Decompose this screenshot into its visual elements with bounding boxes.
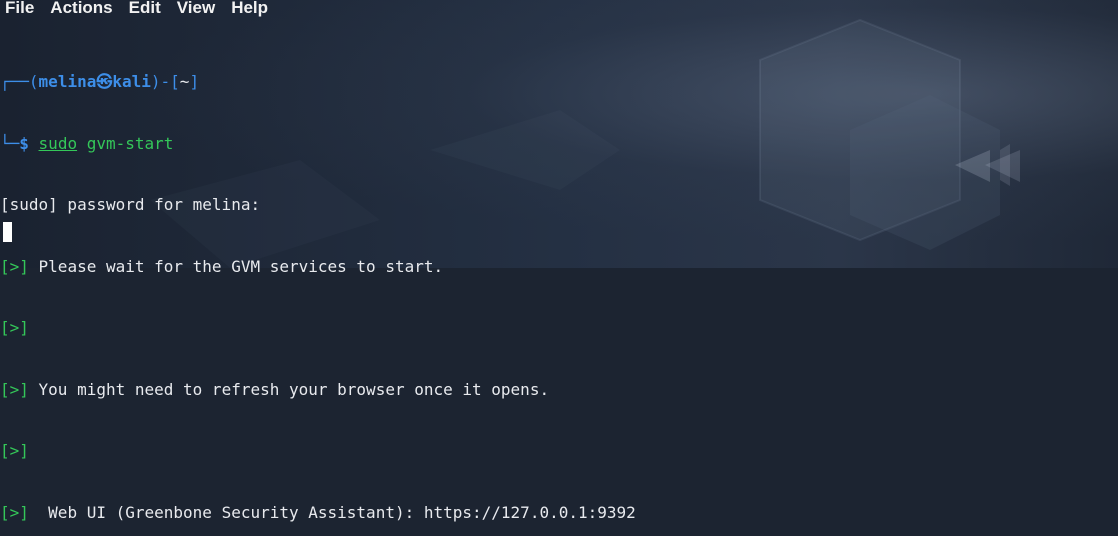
output-line: [>] You might need to refresh your brows… [0, 380, 1110, 401]
menu-help[interactable]: Help [223, 0, 276, 16]
prompt-dollar: $ [19, 133, 29, 153]
output-marker: [>] [0, 318, 29, 337]
kali-at-icon: ㉿ [96, 72, 113, 91]
output-marker: [>] [0, 256, 29, 276]
output-marker: [>] [0, 379, 29, 399]
prompt-line-2: └─ $ sudo gvm-start [0, 134, 1110, 155]
output-text: [sudo] password for melina: [0, 195, 261, 214]
prompt-line-1: ┌──(melina ㉿ kali)-[~] [0, 72, 1110, 93]
output-line: [>] Please wait for the GVM services to … [0, 257, 1110, 278]
output-line: [sudo] password for melina: [0, 195, 1110, 216]
prompt-close-dir-open: )-[ [150, 72, 180, 91]
menu-view[interactable]: View [169, 0, 223, 16]
prompt-corner-top: ┌── [0, 72, 29, 91]
output-line: [>] Web UI (Greenbone Security Assistant… [0, 503, 1110, 524]
command-sudo: sudo [38, 133, 78, 153]
prompt-host: kali [112, 72, 151, 91]
menu-edit[interactable]: Edit [121, 0, 169, 16]
prompt-dir-close: ] [189, 72, 200, 91]
menu-actions[interactable]: Actions [42, 0, 120, 16]
prompt-open-paren: ( [28, 72, 39, 91]
output-line: [>] [0, 441, 1110, 462]
output-text: Web UI (Greenbone Security Assistant): h… [28, 502, 636, 522]
terminal-output[interactable]: ┌──(melina ㉿ kali)-[~] └─ $ sudo gvm-start … [0, 31, 1110, 536]
prompt-user: melina [38, 72, 97, 91]
output-line: [>] [0, 318, 1110, 339]
command-gvm-start: gvm-start [77, 133, 174, 153]
output-marker: [>] [0, 441, 29, 460]
terminal-cursor [3, 222, 12, 242]
prompt-dir: ~ [179, 72, 190, 91]
output-text: Please wait for the GVM services to star… [28, 256, 444, 276]
menu-file[interactable]: File [0, 0, 42, 16]
output-marker: [>] [0, 502, 29, 522]
prompt-corner-bottom: └─ [0, 133, 20, 153]
menu-bar: File Actions Edit View Help [0, 0, 1118, 20]
output-text: You might need to refresh your browser o… [28, 379, 550, 399]
